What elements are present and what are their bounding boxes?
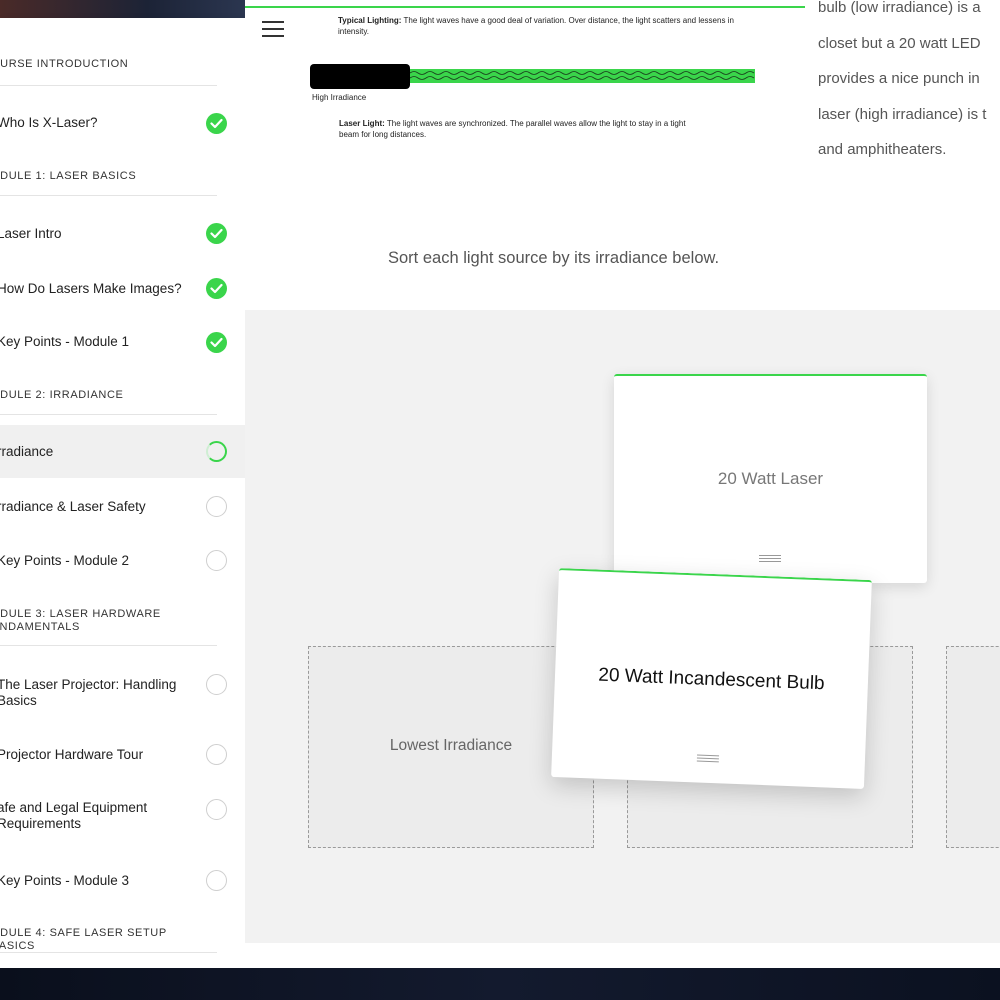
lesson-laser-intro[interactable]: Laser Intro (0, 208, 245, 258)
laser-wave-graphic (410, 69, 755, 83)
lesson-safe-and-legal-equipment[interactable]: afe and Legal Equipment Requirements (0, 784, 245, 844)
section-divider (0, 85, 217, 86)
laser-light-caption: Laser Light: The light waves are synchro… (339, 119, 686, 139)
progress-bar (245, 6, 805, 8)
check-circle-icon (206, 332, 227, 353)
drop-zone-lowest-irradiance[interactable]: Lowest Irradiance (308, 646, 594, 848)
content-footer-area (245, 943, 1000, 968)
lesson-content: Typical Lighting: The light waves have a… (245, 0, 1000, 968)
empty-circle-icon (206, 674, 227, 695)
empty-circle-icon (206, 550, 227, 571)
sort-card-20-watt-incandescent-bulb[interactable]: 20 Watt Incandescent Bulb (551, 568, 872, 789)
body-paragraph: bulb (low irradiance) is a closet but a … (818, 0, 987, 158)
progress-ring-icon (206, 441, 227, 462)
drag-handle-icon[interactable] (759, 555, 781, 562)
section-divider (0, 414, 217, 415)
background-strip (0, 968, 1000, 1000)
lesson-irradiance[interactable]: rradiance (0, 425, 245, 478)
check-circle-icon (206, 223, 227, 244)
sort-card-20-watt-laser[interactable]: 20 Watt Laser (614, 374, 927, 583)
irradiance-figure: Typical Lighting: The light waves have a… (310, 14, 760, 149)
sorting-instruction: Sort each light source by its irradiance… (388, 249, 720, 267)
section-divider (0, 952, 217, 953)
empty-circle-icon (206, 744, 227, 765)
empty-circle-icon (206, 870, 227, 891)
lesson-how-do-lasers-make-images[interactable]: How Do Lasers Make Images? (0, 263, 245, 313)
lesson-laser-projector-handling-basics[interactable]: The Laser Projector: Handling Basics (0, 663, 245, 723)
drop-zone-highest[interactable] (946, 646, 1000, 848)
drag-handle-icon[interactable] (696, 754, 720, 763)
lesson-who-is-x-laser[interactable]: Who Is X-Laser? (0, 98, 245, 148)
section-divider (0, 645, 217, 646)
lesson-key-points-module-3[interactable]: Key Points - Module 3 (0, 854, 245, 904)
empty-circle-icon (206, 496, 227, 517)
high-irradiance-label: High Irradiance (312, 93, 367, 102)
course-outline-sidebar: OURSE INTRODUCTION Who Is X-Laser? ODULE… (0, 18, 245, 968)
check-circle-icon (206, 113, 227, 134)
lesson-projector-hardware-tour[interactable]: Projector Hardware Tour (0, 730, 245, 780)
typical-lighting-caption: Typical Lighting: The light waves have a… (338, 16, 734, 36)
check-circle-icon (206, 278, 227, 299)
lesson-irradiance-laser-safety[interactable]: rradiance & Laser Safety (0, 482, 245, 532)
section-divider (0, 195, 217, 196)
lesson-key-points-module-2[interactable]: Key Points - Module 2 (0, 536, 245, 586)
menu-icon[interactable] (262, 21, 284, 38)
laser-source-shape (310, 64, 410, 89)
empty-circle-icon (206, 799, 227, 820)
background-strip (0, 0, 245, 18)
lesson-key-points-module-1[interactable]: Key Points - Module 1 (0, 317, 245, 367)
